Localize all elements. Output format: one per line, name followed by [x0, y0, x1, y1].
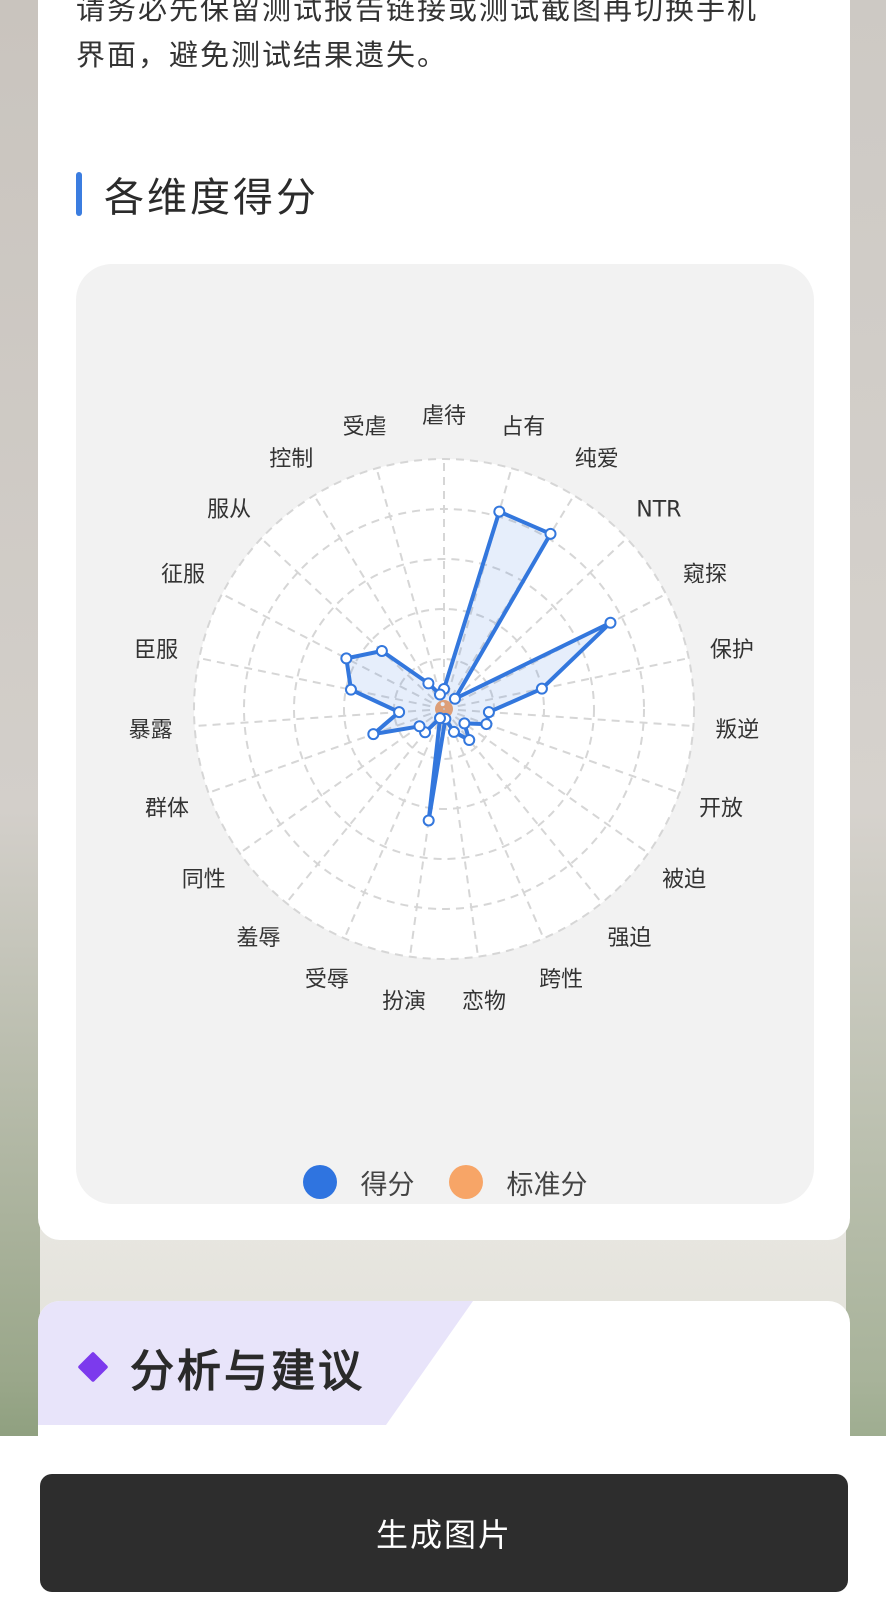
- radar-point-score: [367, 728, 380, 741]
- generate-image-label: 生成图片: [375, 1516, 512, 1554]
- section-title: 各维度得分: [104, 175, 319, 221]
- radar-category-label: 占有: [501, 415, 545, 440]
- radar-category-label: 扮演: [382, 989, 426, 1014]
- radar-chart-panel: 虐待 占有纯爱 NTR 窥探保护叛逆开放被迫强迫 跨性恋物 扮演 受辱 羞辱 同性 群体 暴露 臣服 征…: [76, 264, 814, 1204]
- diamond-icon: [77, 1351, 109, 1383]
- radar-point-score: [482, 706, 495, 719]
- radar-category-label: 开放: [699, 796, 743, 821]
- radar-point-score: [413, 720, 426, 733]
- legend-dot-standard: [448, 1165, 483, 1199]
- radar-category-label: 虐待: [422, 404, 466, 429]
- background-right: [846, 0, 886, 1622]
- radar-category-label: 受辱: [305, 968, 349, 993]
- radar-point-score: [493, 505, 506, 518]
- radar-category-label: 征服: [161, 563, 205, 588]
- radar-point-score: [544, 527, 557, 540]
- notice-text: 请务必先保留测试报告链接或测试截图再切换手机 界面，避免测试结果遗失。: [76, 0, 816, 78]
- radar-point-score: [340, 652, 353, 665]
- legend-dot-score: [302, 1165, 337, 1199]
- radar-category-label: 跨性: [539, 968, 583, 993]
- radar-category-label: 窥探: [683, 563, 727, 588]
- radar-point-score: [463, 734, 476, 747]
- section-header: 各维度得分: [76, 168, 319, 221]
- legend-label-score: 得分: [360, 1169, 415, 1201]
- section-accent-bar: [76, 172, 82, 216]
- background-left: [0, 0, 40, 1622]
- radar-point-score: [535, 682, 548, 695]
- radar-category-label: 叛逆: [715, 718, 759, 743]
- radar-category-label: 保护: [710, 638, 754, 663]
- radar-category-label: 强迫: [608, 926, 652, 951]
- radar-point-score: [422, 677, 435, 690]
- radar-category-label: NTR: [636, 497, 681, 522]
- radar-point-score: [480, 718, 493, 731]
- legend-label-standard: 标准分: [506, 1169, 588, 1201]
- radar-point-score: [433, 688, 446, 701]
- radar-point-score: [344, 683, 357, 696]
- notice-line-2: 界面，避免测试结果遗失。: [76, 38, 449, 72]
- analysis-title: 分析与建议: [130, 1346, 365, 1397]
- radar-category-label: 受虐: [343, 415, 387, 440]
- radar-category-label: 服从: [207, 497, 251, 522]
- radar-category-label: 羞辱: [236, 926, 280, 951]
- radar-category-label: 被迫: [662, 868, 706, 893]
- notice-line-1: 请务必先保留测试报告链接或测试截图再切换手机: [76, 0, 759, 26]
- radar-point-score: [393, 706, 406, 719]
- radar-category-label: 暴露: [129, 718, 173, 743]
- radar-category-label: 同性: [182, 868, 226, 893]
- radar-category-label: 群体: [145, 796, 189, 821]
- chart-legend: 得分 标准分: [76, 1154, 814, 1210]
- legend-item-standard[interactable]: 标准分: [448, 1163, 588, 1202]
- radar-category-label: 纯爱: [575, 447, 619, 472]
- legend-item-score[interactable]: 得分: [302, 1163, 415, 1202]
- radar-category-label: 恋物: [462, 989, 506, 1014]
- radar-category-label: 臣服: [134, 638, 178, 663]
- radar-point-score: [375, 644, 388, 657]
- radar-point-score: [448, 692, 461, 705]
- radar-point-score: [434, 712, 447, 725]
- generate-image-button[interactable]: 生成图片: [40, 1474, 848, 1592]
- analysis-header: 分析与建议: [77, 1335, 365, 1399]
- radar-chart: 虐待 占有纯爱 NTR 窥探保护叛逆开放被迫强迫跨性恋物 扮演 受辱羞辱 同性 群体 暴露 臣服 征…: [129, 404, 760, 1014]
- radar-point-score: [447, 725, 460, 738]
- radar-category-label: 控制: [269, 447, 313, 472]
- radar-point-score: [604, 616, 617, 629]
- radar-point-score: [422, 814, 435, 827]
- radar-point-score: [458, 717, 471, 730]
